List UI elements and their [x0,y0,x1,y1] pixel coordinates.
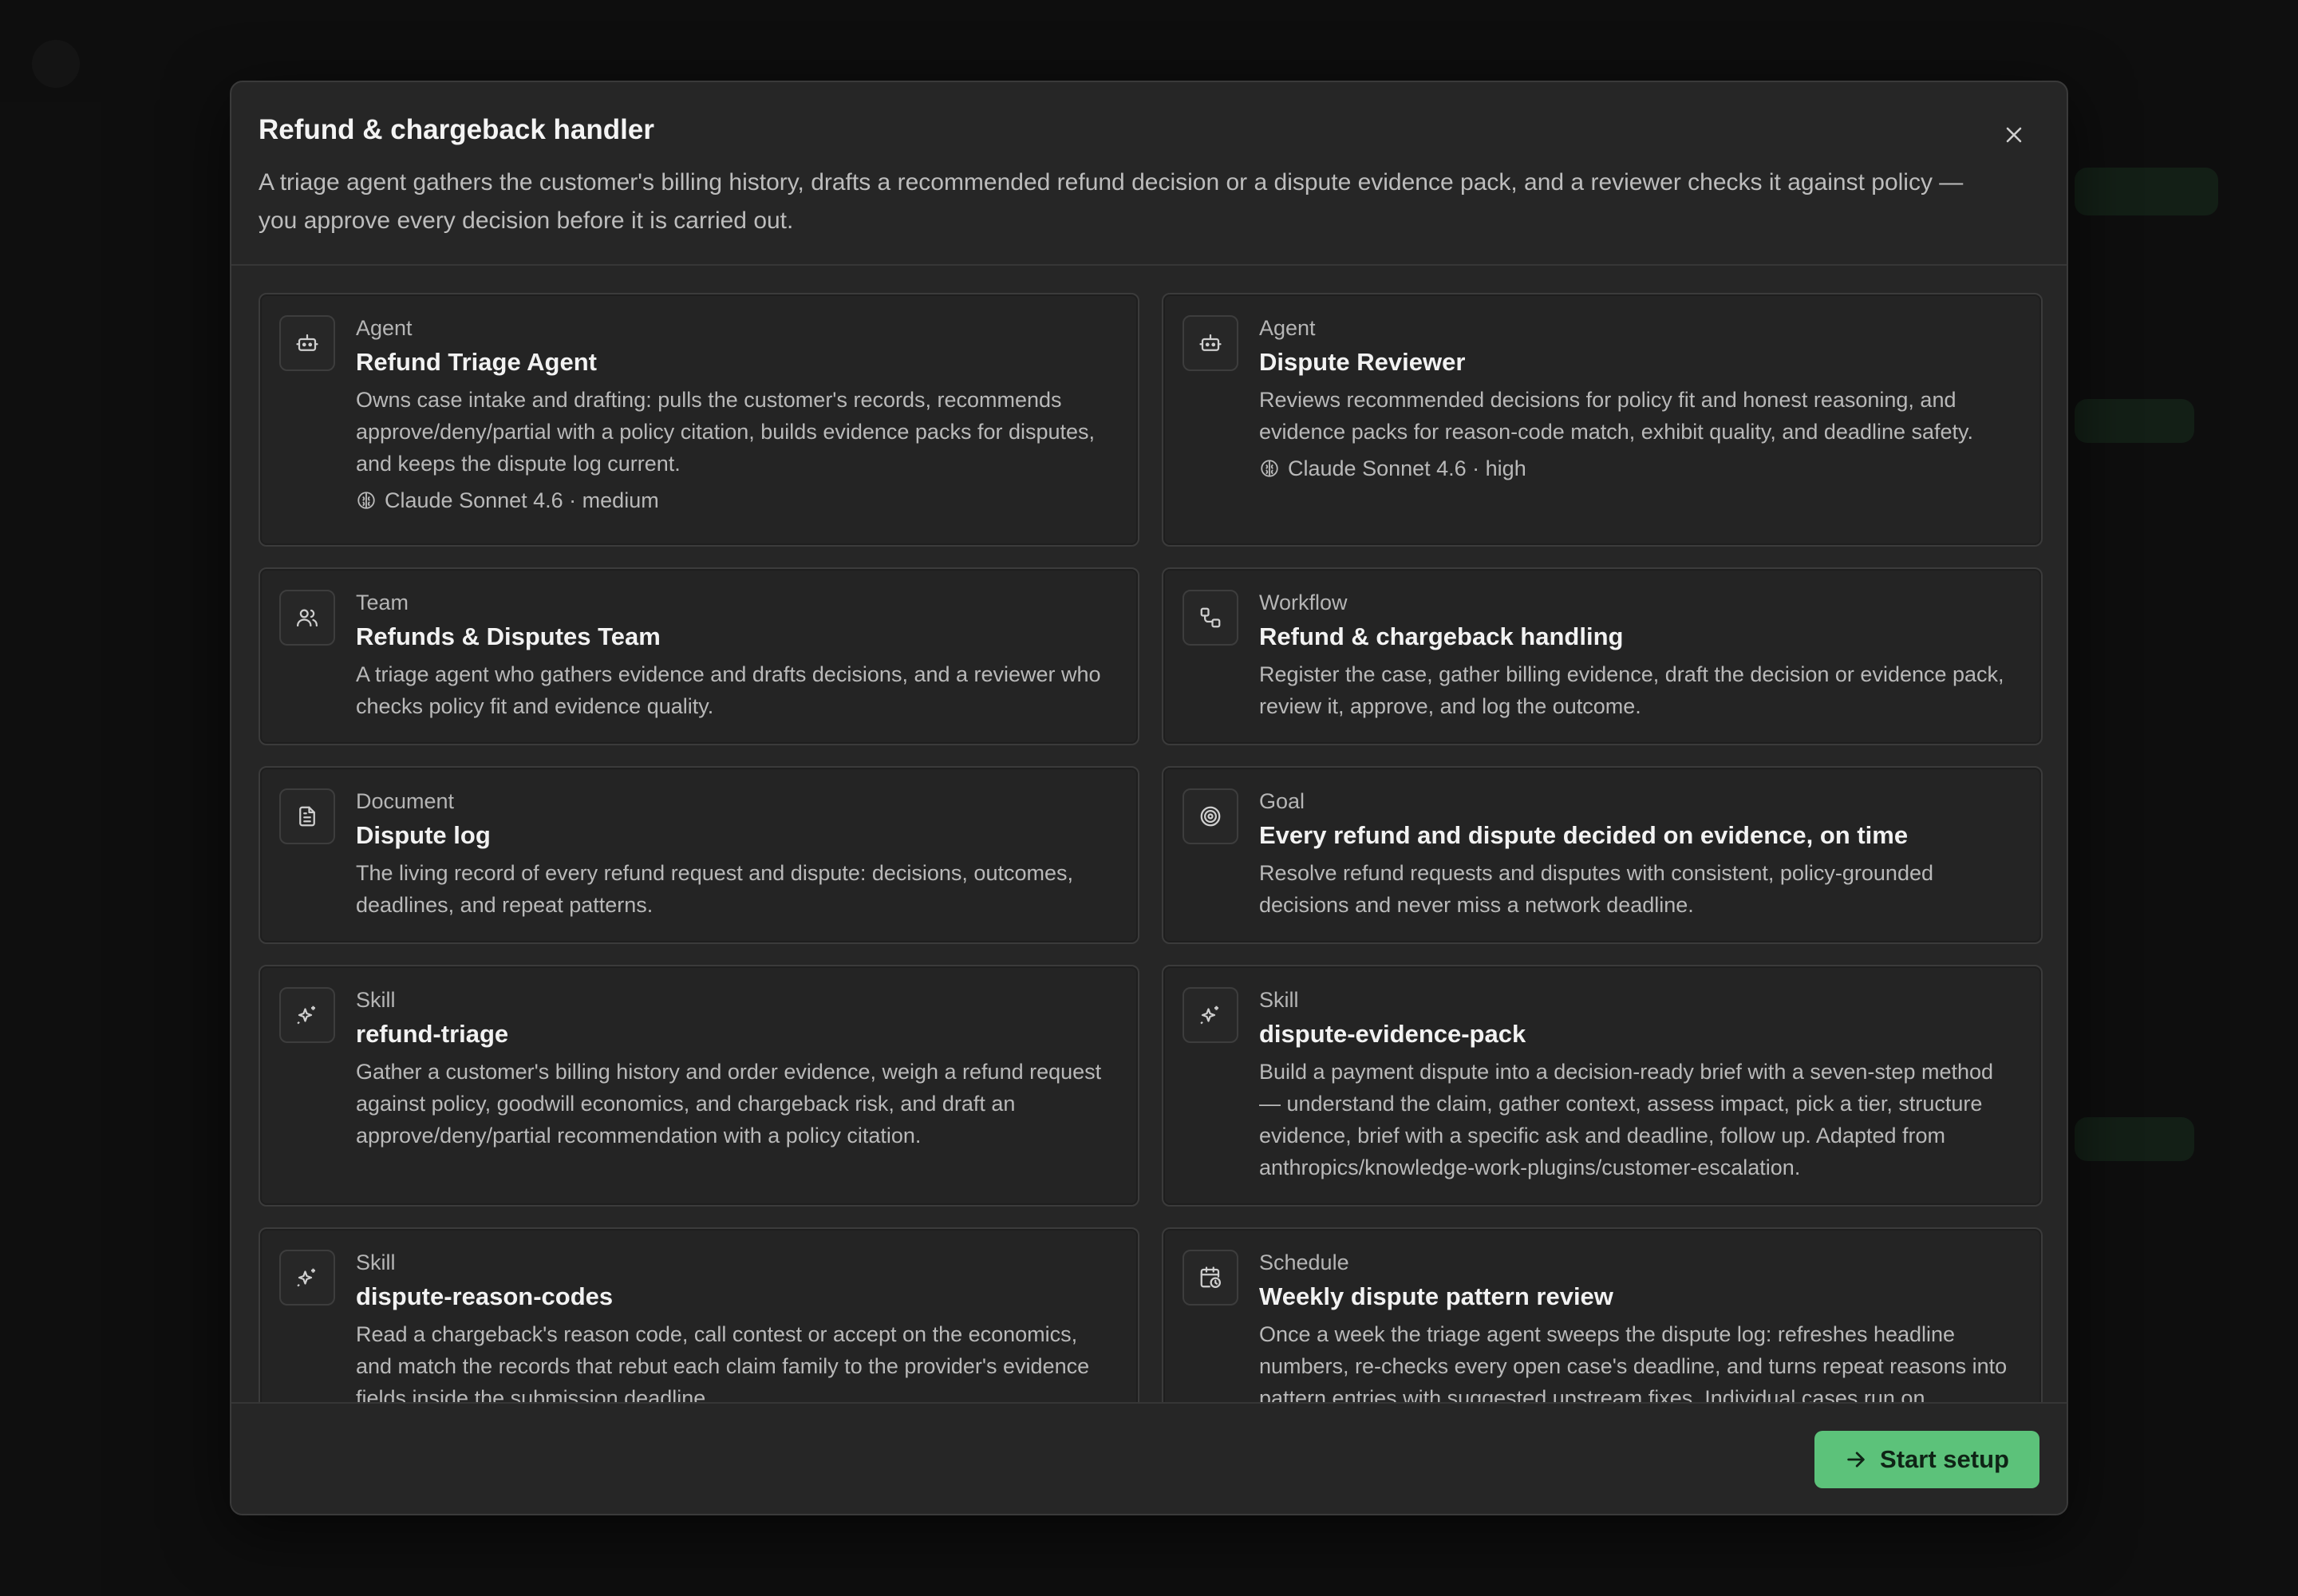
modal-footer: Start setup [231,1402,2067,1514]
card-skill-refund-triage[interactable]: Skill refund-triage Gather a customer's … [259,965,1139,1207]
modal-body[interactable]: Agent Refund Triage Agent Owns case inta… [231,266,2067,1487]
target-icon [1183,788,1238,844]
card-name: Refunds & Disputes Team [356,622,661,650]
card-kind: Skill [356,1250,396,1274]
card-kind: Skill [1259,988,1299,1012]
card-description: A triage agent who gathers evidence and … [356,662,1101,718]
document-icon [279,788,335,844]
card-name: Weekly dispute pattern review [1259,1282,1613,1310]
users-icon [279,590,335,646]
card-kind: Skill [356,988,396,1012]
card-name: dispute-evidence-pack [1259,1020,1526,1048]
model-label: Claude Sonnet 4.6 · high [1288,456,1526,480]
start-setup-button[interactable]: Start setup [1814,1431,2039,1488]
card-description: Register the case, gather billing eviden… [1259,662,2004,718]
card-refunds-disputes-team[interactable]: Team Refunds & Disputes Team A triage ag… [259,567,1139,745]
robot-icon [1183,315,1238,371]
modal-title: Refund & chargeback handler [259,114,654,145]
card-refund-chargeback-workflow[interactable]: Workflow Refund & chargeback handling Re… [1162,567,2043,745]
card-description: Read a chargeback's reason code, call co… [356,1322,1090,1410]
card-name: Every refund and dispute decided on evid… [1259,821,1909,849]
workflow-icon [1183,590,1238,646]
start-setup-label: Start setup [1880,1445,2009,1473]
robot-icon [279,315,335,371]
arrow-right-icon [1847,1452,1865,1468]
model-row: Claude Sonnet 4.6 · medium [356,484,1115,516]
card-description: Build a payment dispute into a decision-… [1259,1060,1994,1179]
card-kind: Goal [1259,789,1305,813]
sparkle-icon [1183,987,1238,1043]
card-kind: Workflow [1259,591,1348,614]
card-kind: Team [356,591,409,614]
brain-icon [1261,460,1278,477]
card-refund-triage-agent[interactable]: Agent Refund Triage Agent Owns case inta… [259,293,1139,547]
calendar-clock-icon [1183,1250,1238,1306]
card-dispute-reviewer[interactable]: Agent Dispute Reviewer Reviews recommend… [1162,293,2043,547]
model-row: Claude Sonnet 4.6 · high [1259,452,2019,484]
card-name: Dispute log [356,821,491,849]
sparkle-icon [279,1250,335,1306]
close-button[interactable] [1998,119,2030,151]
card-name: Refund Triage Agent [356,348,597,376]
card-goal[interactable]: Goal Every refund and dispute decided on… [1162,766,2043,944]
sparkle-icon [279,987,335,1043]
card-kind: Agent [1259,316,1316,340]
card-kind: Schedule [1259,1250,1349,1274]
card-description: Owns case intake and drafting: pulls the… [356,388,1096,476]
card-description: Gather a customer's billing history and … [356,1060,1102,1148]
card-name: dispute-reason-codes [356,1282,614,1310]
card-description: The living record of every refund reques… [356,861,1073,917]
card-skill-dispute-evidence-pack[interactable]: Skill dispute-evidence-pack Build a paym… [1162,965,2043,1207]
model-label: Claude Sonnet 4.6 · medium [385,488,659,512]
modal-header: Refund & chargeback handler A triage age… [231,82,2067,266]
card-name: refund-triage [356,1020,509,1048]
template-modal: Refund & chargeback handler A triage age… [230,81,2068,1515]
card-dispute-log[interactable]: Document Dispute log The living record o… [259,766,1139,944]
card-name: Dispute Reviewer [1259,348,1466,376]
card-name: Refund & chargeback handling [1259,622,1624,650]
brain-icon [357,492,375,509]
card-description: Once a week the triage agent sweeps the … [1259,1322,2008,1410]
card-kind: Document [356,789,455,813]
card-kind: Agent [356,316,413,340]
close-icon [2006,127,2022,143]
card-description: Reviews recommended decisions for policy… [1259,388,1974,444]
card-description: Resolve refund requests and disputes wit… [1259,861,1933,917]
modal-description: A triage agent gathers the customer's bi… [259,169,1964,234]
component-grid: Agent Refund Triage Agent Owns case inta… [259,293,2043,1435]
